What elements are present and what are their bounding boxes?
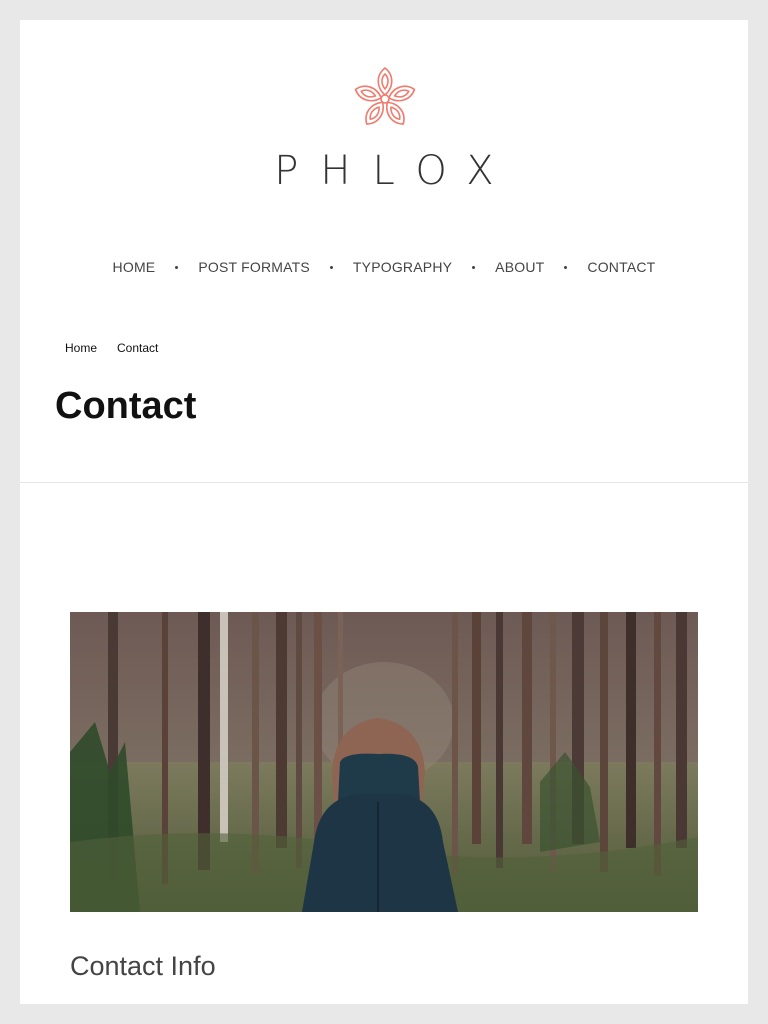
page-frame: PHLOX HOME POST FORMATS TYPOGRAPHY ABOUT… [20, 20, 748, 1004]
header-divider [20, 482, 748, 483]
section-title: Contact Info [70, 951, 216, 981]
nav-item-contact[interactable]: CONTACT [587, 259, 655, 275]
nav-separator-dot [472, 265, 476, 269]
tree-trunk [626, 612, 636, 848]
tree-trunk [198, 612, 210, 870]
nav-item-home[interactable]: HOME [113, 259, 156, 275]
tree-trunk [276, 612, 287, 848]
tree-trunk [220, 612, 228, 842]
nav-item-about[interactable]: ABOUT [495, 259, 544, 275]
tree-trunk [296, 612, 302, 868]
tree-trunk [654, 612, 661, 876]
tree-trunk [522, 612, 532, 844]
nav-separator-dot [329, 265, 333, 269]
nav-item-post-formats[interactable]: POST FORMATS [198, 259, 310, 275]
nav-item-typography[interactable]: TYPOGRAPHY [353, 259, 452, 275]
breadcrumb-home-link[interactable]: Home [65, 341, 97, 355]
tree-trunk [676, 612, 687, 848]
main-navigation: HOME POST FORMATS TYPOGRAPHY ABOUT CONTA… [20, 259, 748, 275]
forest-woman-photo [70, 612, 698, 912]
tree-trunk [452, 612, 458, 874]
page-title: Contact [55, 385, 197, 427]
breadcrumb: Home Contact [65, 341, 158, 355]
nav-separator-dot [175, 265, 179, 269]
flower-logo-icon[interactable] [350, 64, 420, 134]
breadcrumb-current: Contact [117, 341, 159, 355]
tree-trunk [600, 612, 608, 872]
tree-trunk [472, 612, 481, 844]
tree-trunk [496, 612, 503, 868]
site-brand-name[interactable]: PHLOX [20, 146, 748, 196]
nav-separator-dot [564, 265, 568, 269]
